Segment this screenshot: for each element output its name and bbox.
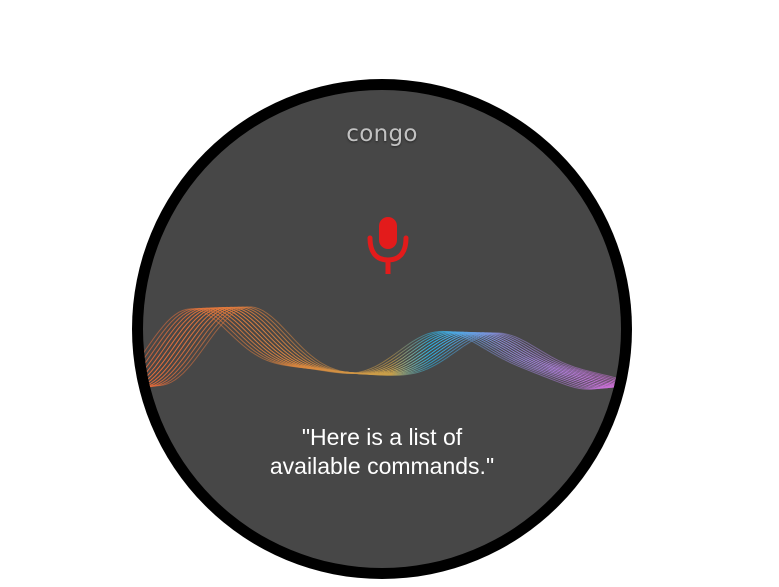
- response-line-2: available commands.": [269, 453, 495, 479]
- response-line-1: "Here is a list of: [301, 424, 463, 450]
- waveform-line: [143, 308, 620, 390]
- microphone-icon[interactable]: [364, 216, 412, 278]
- waveform-lines: [143, 306, 620, 390]
- round-watch-bezel: congo "Here is a list of available comma…: [132, 79, 632, 579]
- watch-screen: congo "Here is a list of available comma…: [143, 90, 621, 568]
- assistant-response-text: "Here is a list of available commands.": [143, 423, 621, 481]
- voice-waveform: [143, 306, 620, 390]
- waveform-line: [143, 308, 620, 390]
- voice-assistant-stage: congo "Here is a list of available comma…: [0, 0, 779, 587]
- app-title: congo: [346, 121, 418, 147]
